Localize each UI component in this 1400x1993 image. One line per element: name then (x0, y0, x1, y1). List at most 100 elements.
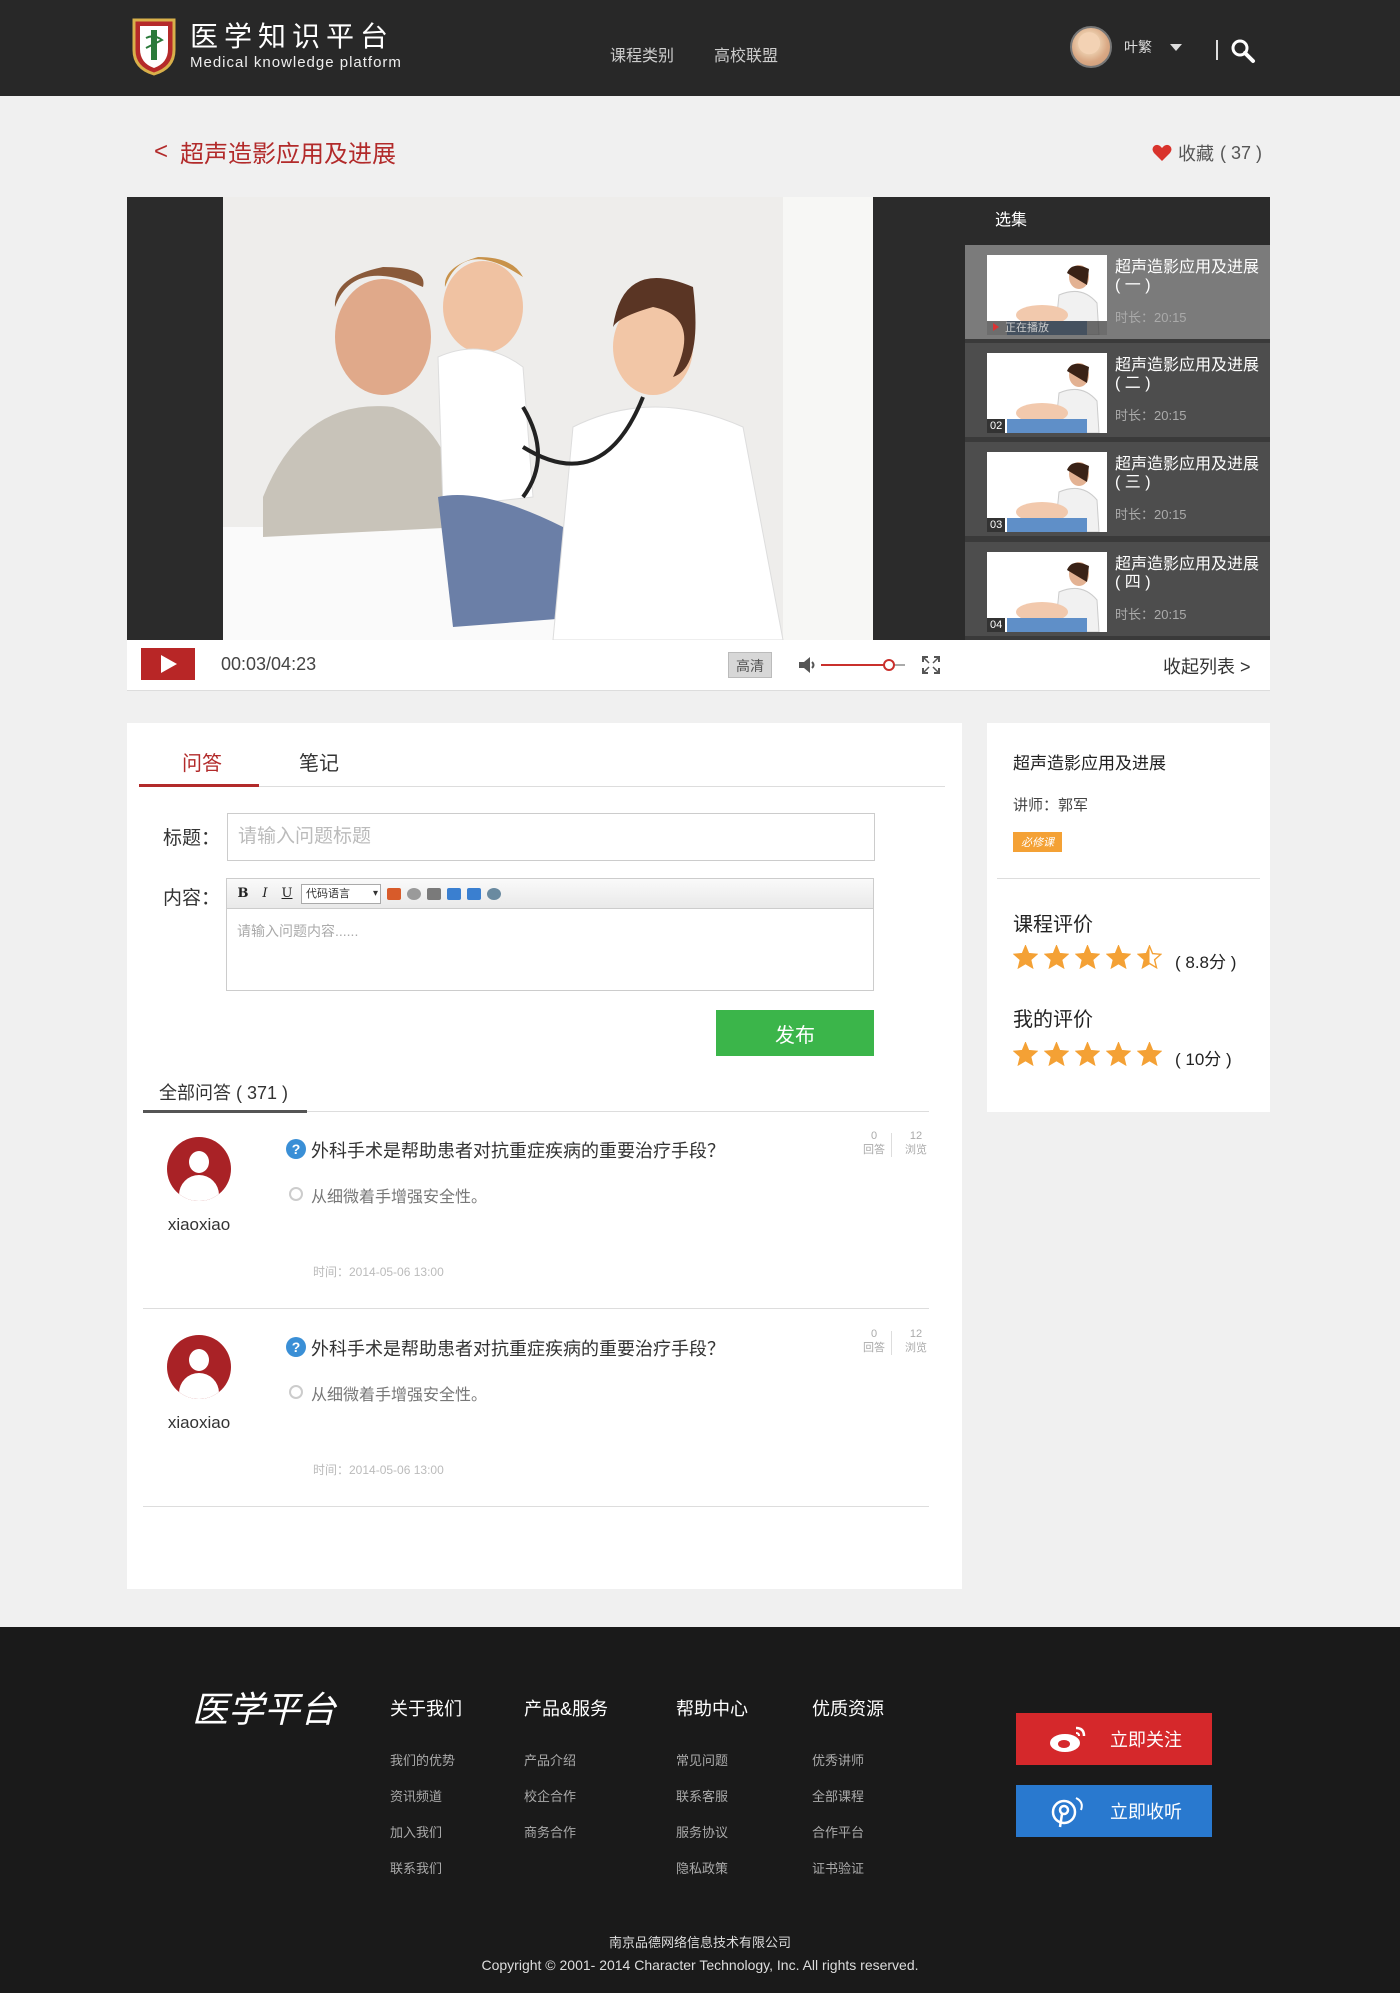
star-icon[interactable] (1075, 1042, 1100, 1067)
footer-copyright: Copyright © 2001- 2014 Character Technol… (481, 1957, 919, 1973)
footer-link[interactable]: 证书验证 (812, 1851, 884, 1887)
site-logo[interactable]: 医学知识平台 Medical knowledge platform (130, 16, 402, 76)
star-icon[interactable] (1013, 1042, 1038, 1067)
italic-button[interactable]: I (257, 886, 273, 901)
avatar[interactable] (167, 1335, 231, 1399)
avatar[interactable] (167, 1137, 231, 1201)
all-questions-label[interactable]: 全部问答 ( 371 ) (159, 1079, 288, 1105)
user-menu[interactable]: 叶繁 (1070, 26, 1182, 68)
question-user[interactable]: xiaoxiao (143, 1413, 255, 1433)
collapse-list-button[interactable]: 收起列表 > (1163, 653, 1251, 679)
volume-icon[interactable] (797, 654, 819, 676)
divider (997, 878, 1260, 879)
episode-item[interactable]: 03 超声造影应用及进展( 三 ) 时长：20:15 (965, 442, 1270, 536)
publish-button[interactable]: 发布 (716, 1010, 874, 1056)
qa-tabs: 问答 笔记 (139, 723, 945, 787)
footer-link[interactable]: 校企合作 (524, 1779, 608, 1815)
podcast-icon (1051, 1797, 1083, 1828)
footer-link[interactable]: 优秀讲师 (812, 1743, 884, 1779)
weibo-follow-button[interactable]: 立即关注 (1016, 1713, 1212, 1765)
volume-slider-track[interactable] (821, 664, 887, 666)
tab-notes[interactable]: 笔记 (299, 747, 339, 776)
question-user[interactable]: xiaoxiao (143, 1215, 255, 1235)
footer: 医学平台 关于我们 我们的优势 资讯频道 加入我们 联系我们 产品&服务 产品介… (0, 1627, 1400, 1993)
zoom-icon[interactable] (487, 887, 501, 900)
underline-button[interactable]: U (279, 886, 295, 901)
code-language-select[interactable]: 代码语言 (301, 883, 381, 904)
link-icon[interactable] (427, 887, 441, 900)
search-icon[interactable] (1230, 38, 1256, 64)
footer-link[interactable]: 常见问题 (676, 1743, 748, 1779)
footer-column-title: 关于我们 (390, 1699, 462, 1719)
question-item[interactable]: xiaoxiao ? 外科手术是帮助患者对抗重症疾病的重要治疗手段？ 从细微着手… (143, 1311, 929, 1507)
back-arrow-icon[interactable]: < (154, 138, 168, 166)
footer-link[interactable]: 我们的优势 (390, 1743, 462, 1779)
course-title-text: 超声造影应用及进展 (180, 141, 397, 168)
now-playing-badge: 正在播放 (987, 321, 1107, 335)
editor-toolbar: B I U 代码语言 (227, 879, 873, 909)
footer-link[interactable]: 合作平台 (812, 1815, 884, 1851)
undo-icon[interactable] (467, 887, 481, 900)
question-icon: ? (286, 1337, 306, 1357)
divider (891, 1331, 892, 1355)
footer-column: 产品&服务 产品介绍 校企合作 商务合作 (524, 1695, 608, 1851)
play-button[interactable] (141, 648, 195, 680)
qa-panel: 问答 笔记 标题： 内容： B I U 代码语言 请输入问题内容...... 发… (127, 723, 962, 1589)
episode-list-title: 选集 (965, 197, 1270, 245)
logo-title: 医学知识平台 (190, 20, 395, 53)
question-item[interactable]: xiaoxiao ? 外科手术是帮助患者对抗重症疾病的重要治疗手段？ 从细微着手… (143, 1113, 929, 1309)
question-text[interactable]: 外科手术是帮助患者对抗重症疾病的重要治疗手段？ (311, 1137, 725, 1163)
listen-now-button[interactable]: 立即收听 (1016, 1785, 1212, 1837)
episode-duration: 时长：20:15 (1115, 310, 1187, 325)
divider (1216, 40, 1218, 60)
footer-link[interactable]: 商务合作 (524, 1815, 608, 1851)
footer-link[interactable]: 产品介绍 (524, 1743, 608, 1779)
active-tab-indicator (139, 784, 259, 787)
my-rating-stars[interactable] (1013, 1042, 1162, 1067)
star-icon[interactable] (1044, 1042, 1069, 1067)
my-rating-score: ( 10分 ) (1175, 1050, 1232, 1069)
answer-count: 0 回答 (863, 1328, 885, 1354)
footer-link[interactable]: 资讯频道 (390, 1779, 462, 1815)
bold-button[interactable]: B (235, 886, 251, 901)
main-nav: 课程类别 高校联盟 (610, 42, 778, 66)
nav-university-alliance[interactable]: 高校联盟 (714, 42, 778, 66)
rich-text-editor[interactable]: B I U 代码语言 请输入问题内容...... (226, 878, 874, 991)
image-icon[interactable] (387, 887, 401, 900)
emoji-icon[interactable] (407, 887, 421, 900)
divider (891, 1133, 892, 1157)
footer-link[interactable]: 全部课程 (812, 1779, 884, 1815)
footer-link[interactable]: 服务协议 (676, 1815, 748, 1851)
episode-title: 超声造影应用及进展( 三 ) (1115, 456, 1260, 491)
playback-time: 00:03/04:23 (221, 654, 317, 674)
question-time: 时间：2014-05-06 13:00 (313, 1463, 444, 1477)
nav-course-category[interactable]: 课程类别 (610, 42, 674, 66)
heart-icon (1152, 144, 1172, 161)
star-icon (1137, 945, 1162, 970)
fullscreen-icon[interactable] (921, 655, 941, 675)
quality-button[interactable]: 高清 (728, 652, 772, 678)
tab-qa[interactable]: 问答 (182, 747, 222, 776)
page-title[interactable]: < 超声造影应用及进展 (154, 134, 396, 169)
footer-link[interactable]: 加入我们 (390, 1815, 462, 1851)
episode-number: 04 (987, 618, 1006, 632)
video-screen[interactable] (127, 197, 965, 640)
my-rating-label: 我的评价 (1013, 1009, 1093, 1031)
favorite-button[interactable]: 收藏 ( 37 ) (1152, 140, 1262, 166)
footer-link[interactable]: 联系我们 (390, 1851, 462, 1887)
chevron-down-icon[interactable] (1170, 43, 1182, 51)
title-label: 标题： (163, 828, 221, 849)
user-avatar[interactable] (1070, 26, 1112, 68)
redo-icon[interactable] (447, 887, 461, 900)
episode-item[interactable]: 04 超声造影应用及进展( 四 ) 时长：20:15 (965, 542, 1270, 636)
episode-item[interactable]: 02 超声造影应用及进展( 二 ) 时长：20:15 (965, 343, 1270, 437)
star-icon[interactable] (1137, 1042, 1162, 1067)
episode-item[interactable]: 正在播放 超声造影应用及进展( 一 ) 时长：20:15 (965, 245, 1270, 339)
star-icon[interactable] (1106, 1042, 1131, 1067)
answer-icon (289, 1187, 303, 1201)
question-text[interactable]: 外科手术是帮助患者对抗重症疾病的重要治疗手段？ (311, 1335, 725, 1361)
question-title-input[interactable] (227, 813, 875, 861)
volume-slider-handle[interactable] (883, 659, 895, 671)
footer-link[interactable]: 隐私政策 (676, 1851, 748, 1887)
footer-link[interactable]: 联系客服 (676, 1779, 748, 1815)
